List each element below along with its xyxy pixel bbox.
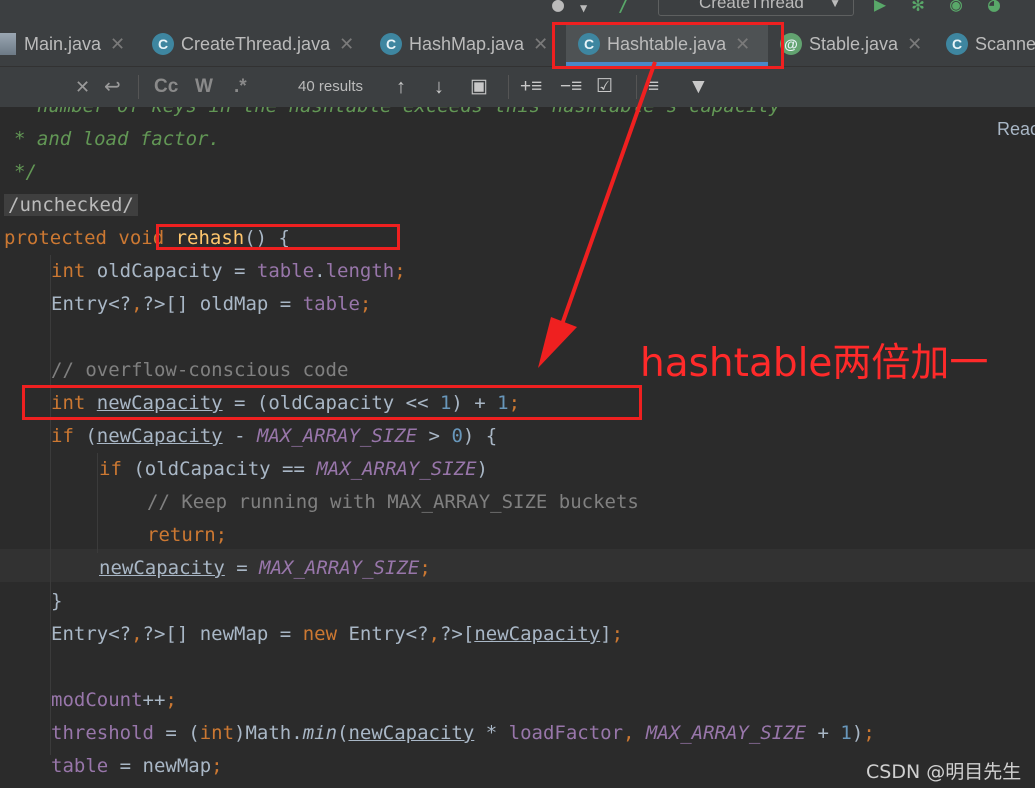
annotation-callout: hashtable两倍加一 [640,341,989,386]
annotation-arrow [538,61,657,368]
watermark: CSDN @明目先生 [866,761,1022,783]
